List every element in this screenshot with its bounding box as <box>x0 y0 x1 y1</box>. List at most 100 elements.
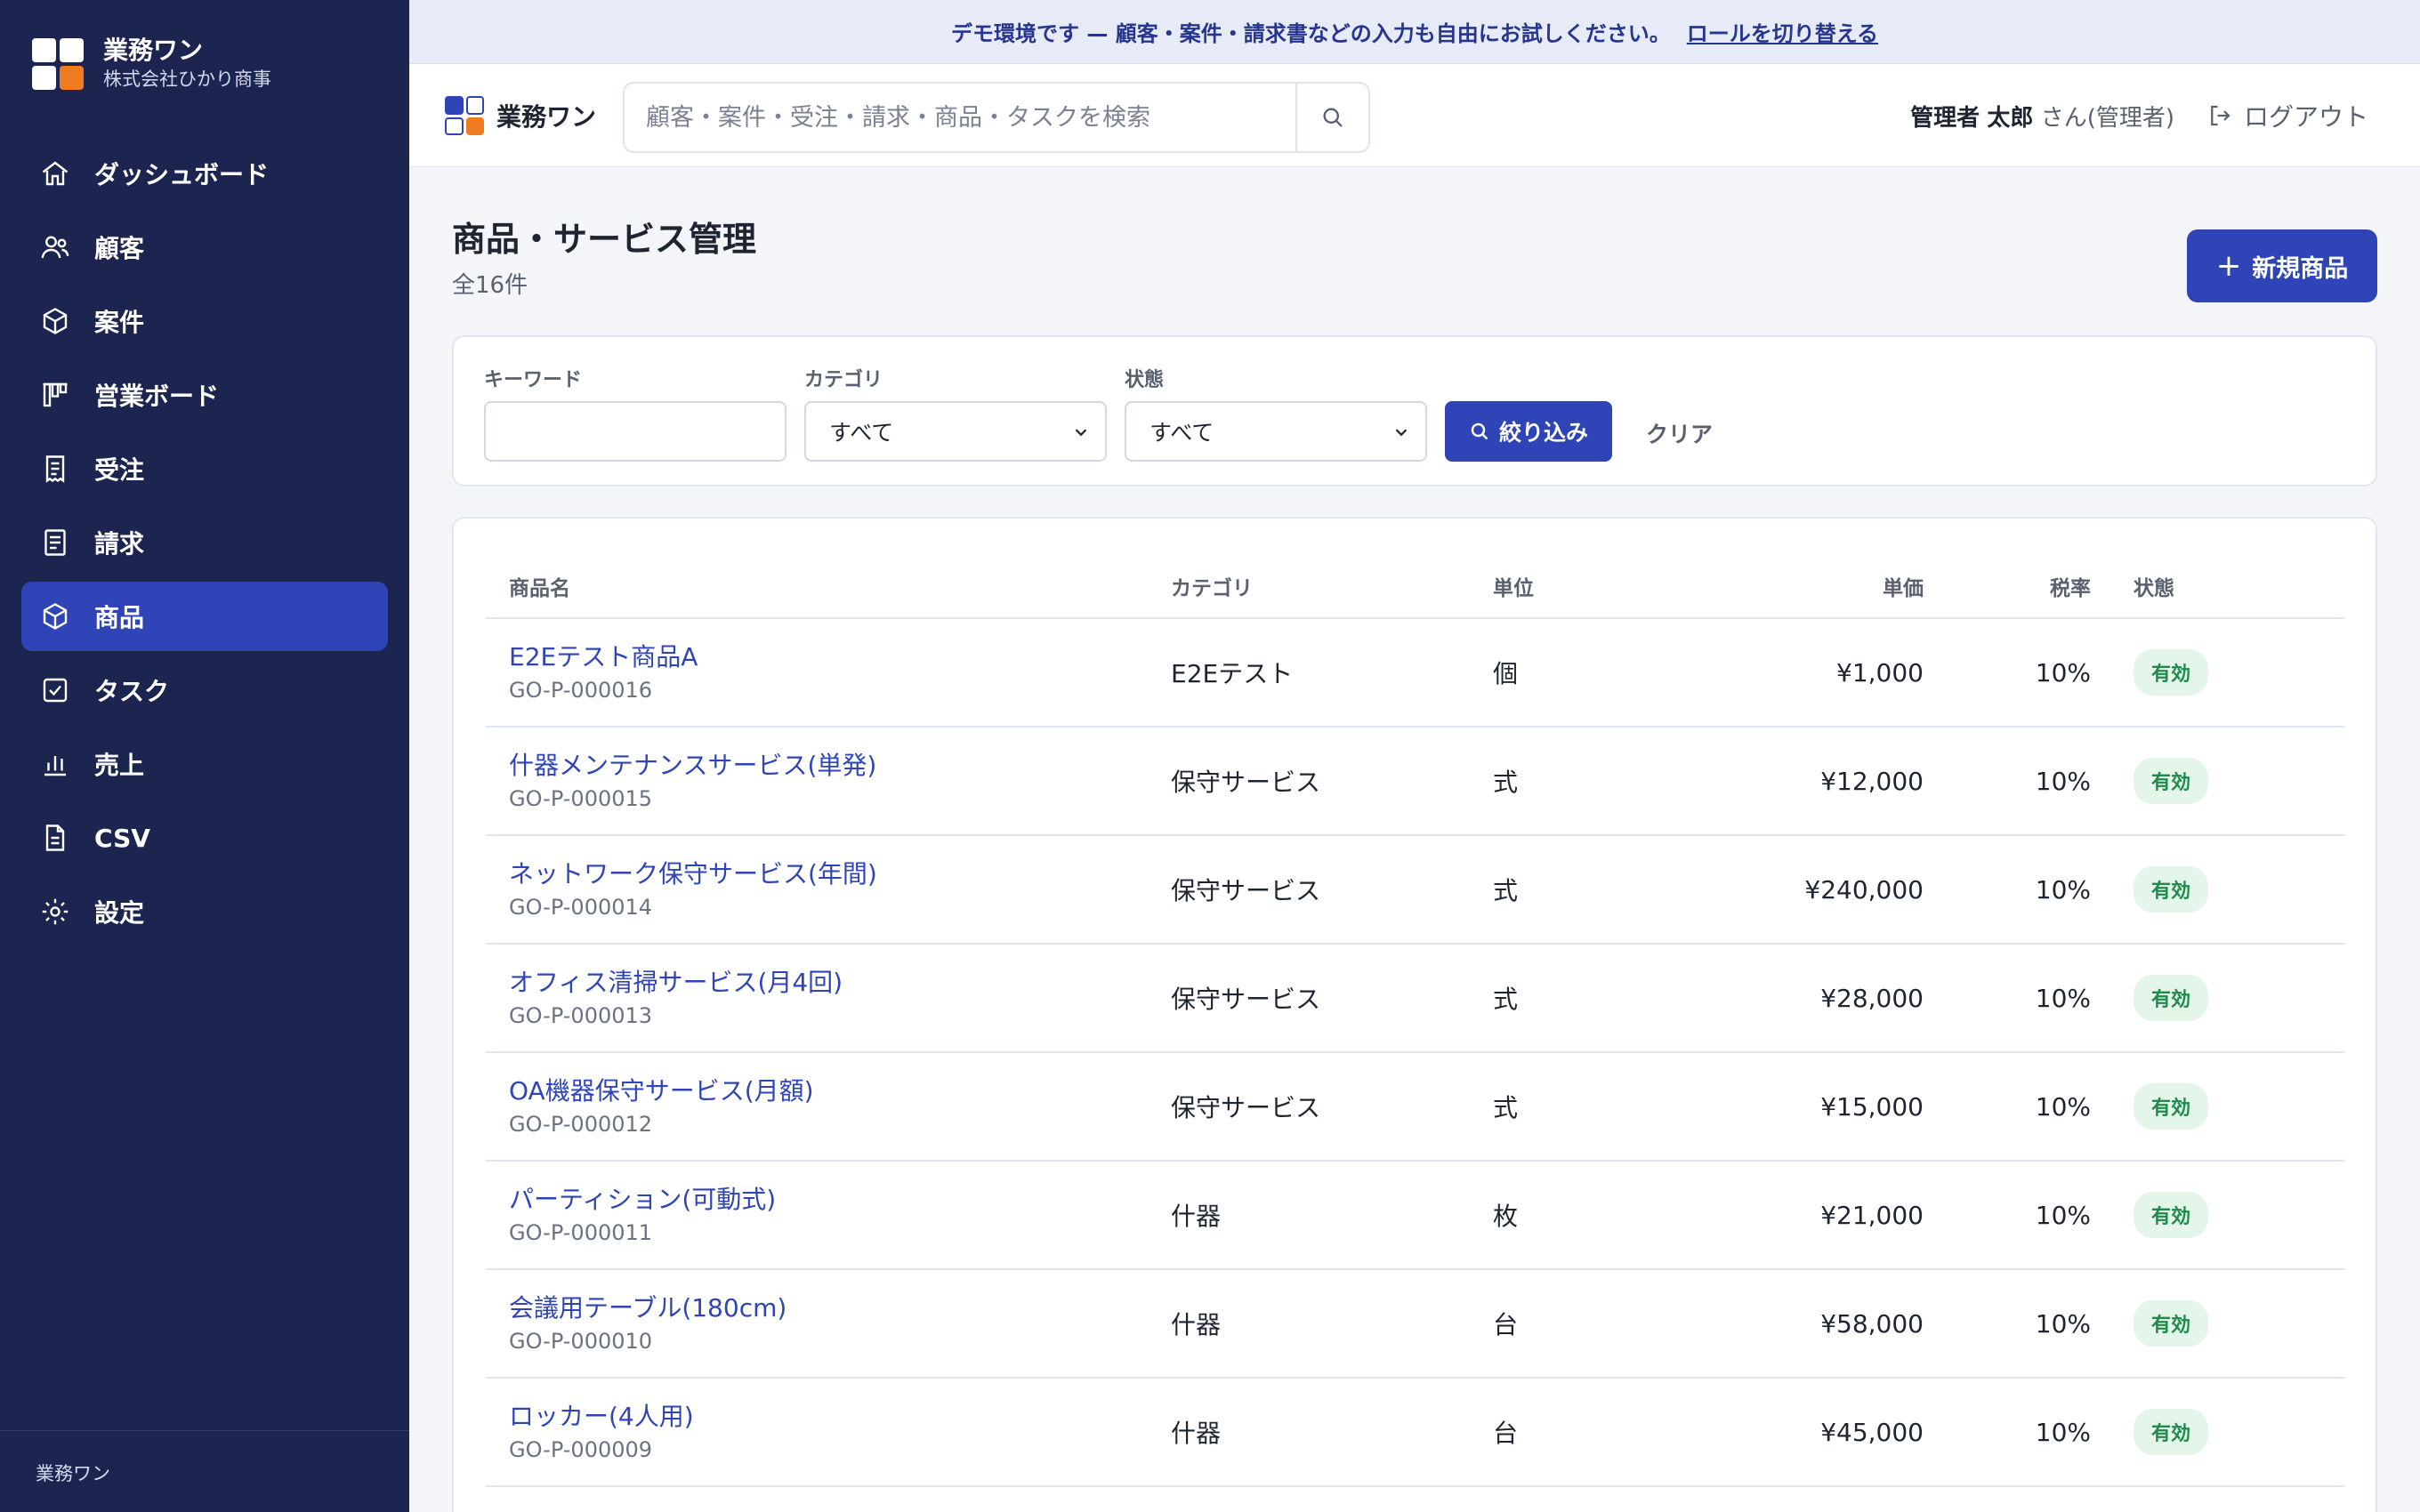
status-select[interactable]: すべて <box>1125 401 1427 462</box>
sidebar-item-tasks[interactable]: タスク <box>21 655 388 725</box>
product-tax: 10% <box>1924 618 2091 728</box>
product-tax: 10% <box>1924 1161 2091 1270</box>
product-price: ¥12,000 <box>1644 727 1924 836</box>
product-code: GO-P-000009 <box>509 1437 653 1462</box>
table-row[interactable]: ネットワーク保守サービス(年間) GO-P-000014 保守サービス 式 ¥24… <box>486 835 2345 945</box>
search-button[interactable] <box>1295 84 1368 151</box>
product-price: ¥45,000 <box>1644 1378 1924 1487</box>
product-table: 商品名 カテゴリ 単位 単価 税率 状態 E2Eテスト商品A GO-P-00001… <box>486 519 2345 1487</box>
plus-icon: + <box>2215 248 2242 284</box>
product-category: 什器 <box>1171 1269 1493 1379</box>
user-role: 管理者 <box>1910 105 1980 132</box>
apply-filter-label: 絞り込み <box>1498 420 1588 446</box>
receipt-icon <box>39 453 71 485</box>
product-category: 什器 <box>1171 1378 1493 1487</box>
col-header-name[interactable]: 商品名 <box>486 519 1171 619</box>
col-header-category[interactable]: カテゴリ <box>1171 519 1493 619</box>
sidebar-item-invoices[interactable]: 請求 <box>21 508 388 577</box>
users-icon <box>39 231 71 263</box>
footer-brand: 業務ワン <box>36 1463 110 1484</box>
chevron-down-icon <box>1075 429 1087 437</box>
product-unit: 台 <box>1493 1269 1644 1379</box>
table-row[interactable]: オフィス清掃サービス(月4回) GO-P-000013 保守サービス 式 ¥28,… <box>486 944 2345 1053</box>
sidebar-item-products[interactable]: 商品 <box>21 582 388 651</box>
col-header-tax[interactable]: 税率 <box>1924 519 2091 619</box>
page-title: 商品・サービス管理 <box>452 220 757 259</box>
product-code: GO-P-000016 <box>509 678 653 703</box>
table-header-row: 商品名 カテゴリ 単位 単価 税率 状態 <box>486 519 2345 619</box>
product-unit: 個 <box>1493 618 1644 728</box>
product-category: 保守サービス <box>1171 944 1493 1053</box>
chevron-down-icon <box>1395 429 1408 437</box>
brand[interactable]: 業務ワン 株式会社ひかり商事 <box>32 36 271 92</box>
sidebar-item-label: CSV <box>94 823 150 853</box>
category-select[interactable]: すべて <box>804 401 1107 462</box>
checkbox-icon <box>39 674 71 706</box>
product-unit: 式 <box>1493 944 1644 1053</box>
header-app-name: 業務ワン <box>496 102 597 132</box>
sidebar-item-csv[interactable]: CSV <box>21 803 388 873</box>
status-badge: 有効 <box>2134 975 2209 1021</box>
box-icon <box>39 305 71 337</box>
sidebar-item-label: 設定 <box>94 898 145 928</box>
sidebar-item-sales-board[interactable]: 営業ボード <box>21 360 388 430</box>
header-logo[interactable]: 業務ワン <box>445 96 596 135</box>
switch-role-link[interactable]: ロールを切り替える <box>1687 16 1878 47</box>
product-category: E2Eテスト <box>1171 618 1493 728</box>
box-icon <box>39 600 71 632</box>
table-row[interactable]: OA機器保守サービス(月額) GO-P-000012 保守サービス 式 ¥15,0… <box>486 1052 2345 1162</box>
product-name-link[interactable]: オフィス清掃サービス(月4回) <box>509 965 1171 1001</box>
sidebar-item-label: タスク <box>94 677 170 706</box>
gear-icon <box>39 896 71 928</box>
product-tax: 10% <box>1924 1378 2091 1487</box>
sidebar-item-customers[interactable]: 顧客 <box>21 213 388 282</box>
product-code: GO-P-000013 <box>509 1003 653 1028</box>
sidebar-item-settings[interactable]: 設定 <box>21 877 388 946</box>
product-name-link[interactable]: E2Eテスト商品A <box>509 639 1171 675</box>
table-row[interactable]: 会議用テーブル(180cm) GO-P-000010 什器 台 ¥58,000 1… <box>486 1269 2345 1379</box>
new-product-button[interactable]: + 新規商品 <box>2187 229 2377 302</box>
product-name-link[interactable]: ロッカー(4人用) <box>509 1399 1171 1435</box>
brand-name: 業務ワン <box>103 36 204 65</box>
col-header-price[interactable]: 単価 <box>1644 519 1924 619</box>
product-name-link[interactable]: 什器メンテナンスサービス(単発) <box>509 748 1171 784</box>
product-name-link[interactable]: パーティション(可動式) <box>509 1182 1171 1218</box>
table-row[interactable]: 什器メンテナンスサービス(単発) GO-P-000015 保守サービス 式 ¥12… <box>486 727 2345 836</box>
sidebar-item-sales[interactable]: 売上 <box>21 729 388 799</box>
sidebar-item-label: 商品 <box>94 603 145 632</box>
category-label: カテゴリ <box>804 369 883 391</box>
keyword-label: キーワード <box>484 369 583 391</box>
clear-filter-button[interactable]: クリア <box>1646 417 1713 449</box>
top-header: 業務ワン 管理者 太郎 さん(管理者) ログアウト <box>409 64 2420 167</box>
table-row[interactable]: E2Eテスト商品A GO-P-000016 E2Eテスト 個 ¥1,000 10%… <box>486 618 2345 728</box>
search-input[interactable] <box>625 84 1294 151</box>
app-logo-icon <box>445 96 484 135</box>
sidebar-item-orders[interactable]: 受注 <box>21 434 388 503</box>
table-row[interactable]: パーティション(可動式) GO-P-000011 什器 枚 ¥21,000 10%… <box>486 1161 2345 1270</box>
home-icon <box>39 157 71 189</box>
sidebar: 業務ワン 株式会社ひかり商事 ダッシュボード 顧客 案件 営業ボード 受注 請求 <box>0 0 409 1512</box>
sidebar-item-deals[interactable]: 案件 <box>21 286 388 356</box>
sidebar-item-label: 顧客 <box>94 234 145 263</box>
product-code: GO-P-000014 <box>509 895 653 920</box>
product-tax: 10% <box>1924 944 2091 1053</box>
product-name-link[interactable]: OA機器保守サービス(月額) <box>509 1074 1171 1109</box>
product-name-link[interactable]: ネットワーク保守サービス(年間) <box>509 857 1171 892</box>
sidebar-item-dashboard[interactable]: ダッシュボード <box>21 139 388 208</box>
col-header-unit[interactable]: 単位 <box>1493 519 1644 619</box>
product-category: 保守サービス <box>1171 727 1493 836</box>
product-name-link[interactable]: 会議用テーブル(180cm) <box>509 1291 1171 1326</box>
product-tax: 10% <box>1924 835 2091 945</box>
logout-button[interactable]: ログアウト <box>2206 98 2368 133</box>
apply-filter-button[interactable]: 絞り込み <box>1445 401 1612 462</box>
keyword-input[interactable] <box>484 401 786 462</box>
sidebar-item-label: 受注 <box>94 455 145 485</box>
col-header-status[interactable]: 状態 <box>2091 519 2345 619</box>
search-icon <box>1471 422 1488 440</box>
user-info: 管理者 太郎 さん(管理者) <box>1910 100 2174 133</box>
demo-banner-text: デモ環境です — 顧客・案件・請求書などの入力も自由にお試しください。 <box>951 21 1671 46</box>
status-label: 状態 <box>1125 369 1165 391</box>
product-category: 保守サービス <box>1171 1052 1493 1162</box>
table-row[interactable]: ロッカー(4人用) GO-P-000009 什器 台 ¥45,000 10% 有効 <box>486 1378 2345 1487</box>
product-code: GO-P-000011 <box>509 1220 653 1245</box>
